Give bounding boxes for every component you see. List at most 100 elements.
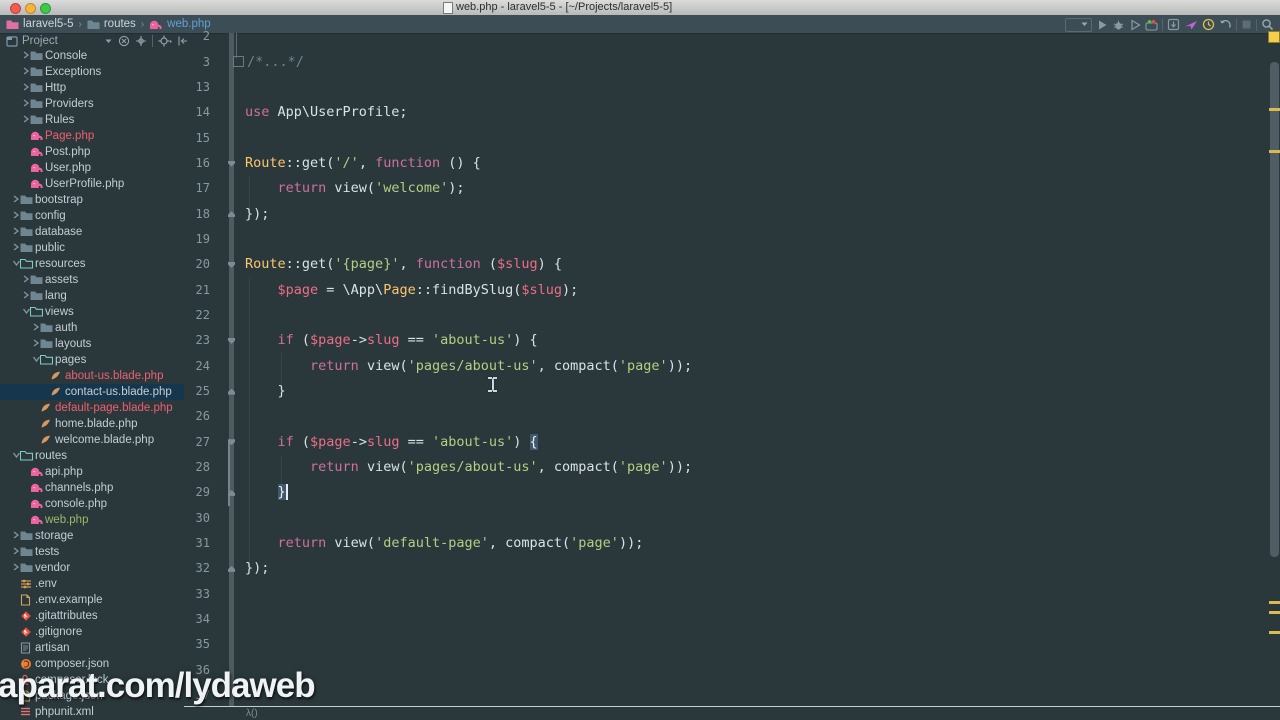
warning-stripe-mark[interactable] — [1269, 108, 1280, 111]
tree-item-console.php[interactable]: console.php — [0, 496, 184, 512]
breadcrumb-item-laravel5-5[interactable]: laravel5-5 — [6, 18, 74, 30]
warning-stripe-mark[interactable] — [1269, 631, 1280, 634]
rollback-icon[interactable] — [1219, 18, 1232, 31]
chevron-right-icon[interactable] — [22, 290, 30, 300]
tree-item-resources[interactable]: resources — [0, 256, 184, 272]
chevron-right-icon[interactable] — [22, 66, 30, 76]
chevron-right-icon[interactable] — [22, 98, 30, 108]
editor-scrollbar[interactable] — [1270, 62, 1279, 557]
gear-icon[interactable] — [158, 35, 172, 47]
tree-item-web.php[interactable]: web.php — [0, 512, 184, 528]
line-number-14[interactable]: 14 — [184, 100, 210, 125]
line-number-27[interactable]: 27 — [184, 430, 210, 455]
tree-item-welcome.blade.php[interactable]: welcome.blade.php — [0, 432, 184, 448]
line-number-21[interactable]: 21 — [184, 278, 210, 303]
line-number-15[interactable]: 15 — [184, 126, 210, 151]
tree-item-about-us.blade.php[interactable]: about-us.blade.php — [0, 368, 184, 384]
warning-stripe-mark[interactable] — [1269, 150, 1280, 153]
tree-item-console[interactable]: Console — [0, 48, 184, 64]
coverage-run-icon[interactable] — [1129, 18, 1141, 31]
line-number-32[interactable]: 32 — [184, 556, 210, 581]
tree-item-home.blade.php[interactable]: home.blade.php — [0, 416, 184, 432]
project-panel-title[interactable]: Project — [22, 35, 58, 47]
tree-item-tests[interactable]: tests — [0, 544, 184, 560]
line-number-17[interactable]: 17 — [184, 176, 210, 201]
tree-item-assets[interactable]: assets — [0, 272, 184, 288]
line-number-33[interactable]: 33 — [184, 582, 210, 607]
code-analysis-indicator[interactable] — [1268, 31, 1280, 43]
line-number-19[interactable]: 19 — [184, 227, 210, 252]
tree-item-.env[interactable]: .env — [0, 576, 184, 592]
code-line-17[interactable]: return view('welcome'); — [245, 176, 465, 201]
caret-down-icon[interactable] — [104, 37, 113, 45]
tree-item-views[interactable]: views — [0, 304, 184, 320]
line-number-26[interactable]: 26 — [184, 404, 210, 429]
chevron-right-icon[interactable] — [12, 562, 20, 572]
line-number-30[interactable]: 30 — [184, 506, 210, 531]
line-number-13[interactable]: 13 — [184, 75, 210, 100]
tree-item-layouts[interactable]: layouts — [0, 336, 184, 352]
editor-breadcrumbs[interactable]: λ() — [246, 708, 258, 719]
tree-item-.gitattributes[interactable]: .gitattributes — [0, 608, 184, 624]
collapse-all-icon[interactable] — [118, 35, 130, 47]
tree-item-providers[interactable]: Providers — [0, 96, 184, 112]
tree-item-contact-us.blade.php[interactable]: contact-us.blade.php — [0, 384, 184, 400]
code-line-16[interactable]: Route::get('/', function () { — [245, 151, 481, 176]
tree-item-api.php[interactable]: api.php — [0, 464, 184, 480]
zoom-window-button[interactable] — [40, 3, 51, 14]
tree-item-default-page.blade.php[interactable]: default-page.blade.php — [0, 400, 184, 416]
line-number-22[interactable]: 22 — [184, 303, 210, 328]
chevron-right-icon[interactable] — [12, 546, 20, 556]
code-line-14[interactable]: use App\UserProfile; — [245, 100, 408, 125]
tree-item-http[interactable]: Http — [0, 80, 184, 96]
line-number-20[interactable]: 20 — [184, 252, 210, 277]
tree-item-database[interactable]: database — [0, 224, 184, 240]
tree-item-user.php[interactable]: User.php — [0, 160, 184, 176]
stop-icon[interactable] — [1241, 19, 1252, 30]
tree-item-bootstrap[interactable]: bootstrap — [0, 192, 184, 208]
line-number-18[interactable]: 18 — [184, 202, 210, 227]
code-line-3[interactable]: /*...*/ — [233, 50, 304, 75]
tree-item-exceptions[interactable]: Exceptions — [0, 64, 184, 80]
code-line-24[interactable]: return view('pages/about-us', compact('p… — [245, 354, 692, 379]
minimize-window-button[interactable] — [25, 3, 36, 14]
tree-item-phpunit.xml[interactable]: phpunit.xml — [0, 704, 184, 720]
push-icon[interactable] — [1184, 19, 1198, 31]
tree-item-.env.example[interactable]: .env.example — [0, 592, 184, 608]
tree-item-pages[interactable]: pages — [0, 352, 184, 368]
line-number-28[interactable]: 28 — [184, 455, 210, 480]
line-number-23[interactable]: 23 — [184, 328, 210, 353]
run-config-dropdown[interactable] — [1065, 17, 1092, 32]
chevron-right-icon[interactable] — [22, 82, 30, 92]
code-line-28[interactable]: return view('pages/about-us', compact('p… — [245, 455, 692, 480]
tree-item-artisan[interactable]: artisan — [0, 640, 184, 656]
search-everywhere-icon[interactable] — [1261, 18, 1274, 31]
line-number-25[interactable]: 25 — [184, 379, 210, 404]
chevron-right-icon[interactable] — [12, 194, 20, 204]
tree-item-post.php[interactable]: Post.php — [0, 144, 184, 160]
line-number-35[interactable]: 35 — [184, 632, 210, 657]
line-number-29[interactable]: 29 — [184, 480, 210, 505]
tree-item-public[interactable]: public — [0, 240, 184, 256]
tree-item-routes[interactable]: routes — [0, 448, 184, 464]
line-number-31[interactable]: 31 — [184, 531, 210, 556]
code-line-20[interactable]: Route::get('{page}', function ($slug) { — [245, 252, 562, 277]
tree-item-channels.php[interactable]: channels.php — [0, 480, 184, 496]
tree-item-vendor[interactable]: vendor — [0, 560, 184, 576]
debug-icon[interactable] — [1112, 19, 1125, 31]
chevron-right-icon[interactable] — [12, 530, 20, 540]
warning-stripe-mark[interactable] — [1269, 601, 1280, 604]
chevron-right-icon[interactable] — [22, 114, 30, 124]
chevron-right-icon[interactable] — [22, 274, 30, 284]
chevron-right-icon[interactable] — [12, 242, 20, 252]
line-number-24[interactable]: 24 — [184, 354, 210, 379]
line-number-2[interactable]: 2 — [184, 24, 210, 49]
code-line-31[interactable]: return view('default-page', compact('pag… — [245, 531, 644, 556]
close-window-button[interactable] — [10, 3, 21, 14]
line-number-3[interactable]: 3 — [184, 50, 210, 75]
tree-item-storage[interactable]: storage — [0, 528, 184, 544]
tree-item-page.php[interactable]: Page.php — [0, 128, 184, 144]
chevron-right-icon[interactable] — [32, 338, 40, 348]
tree-item-auth[interactable]: auth — [0, 320, 184, 336]
profiler-icon[interactable] — [1145, 19, 1158, 31]
